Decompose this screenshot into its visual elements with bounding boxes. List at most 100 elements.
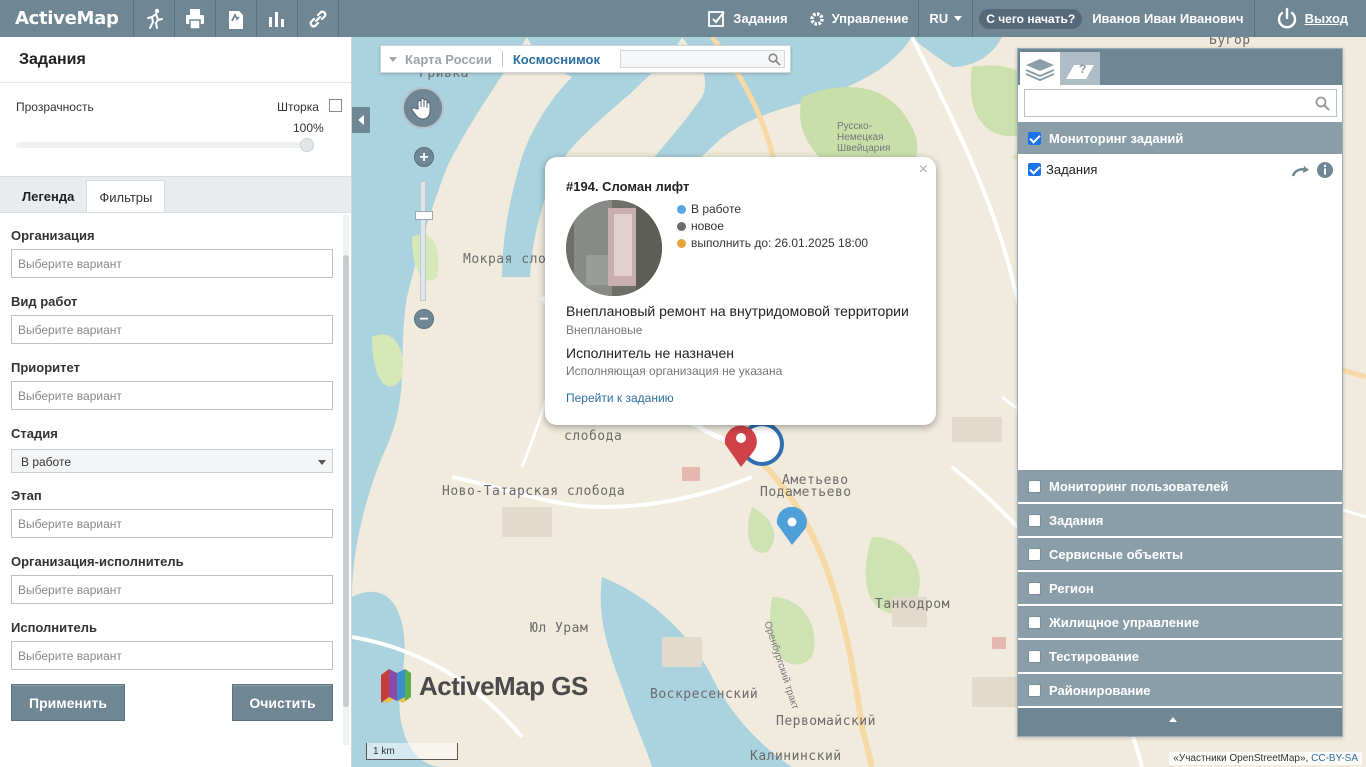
logout-button[interactable]: Выход <box>1253 0 1366 37</box>
layers-tab[interactable] <box>1020 52 1060 85</box>
info-icon[interactable] <box>1316 161 1334 179</box>
collapse-panel-button[interactable] <box>352 107 370 133</box>
organization-select[interactable]: Выберите вариант <box>11 249 333 278</box>
activemap-watermark: ActiveMap GS <box>379 667 588 705</box>
tasks-menu[interactable]: Задания <box>697 0 797 37</box>
chevron-down-icon[interactable] <box>389 56 397 62</box>
manage-menu[interactable]: Управление <box>798 0 919 37</box>
layer-label: Задания <box>1046 162 1098 177</box>
task-type: Внеплановые <box>566 323 643 337</box>
brand-logo[interactable]: ActiveMap <box>0 0 134 37</box>
transparency-slider-handle[interactable] <box>300 138 314 152</box>
panel-tabs: Легенда Фильтры <box>0 177 351 213</box>
help-tab[interactable]: ? <box>1060 52 1100 85</box>
link-icon[interactable] <box>298 0 339 37</box>
map-search-input[interactable] <box>620 50 785 68</box>
layer-checkbox[interactable] <box>1028 163 1041 176</box>
satellite-option[interactable]: Космоснимок <box>513 52 600 67</box>
layer-group-zoning[interactable]: Районирование <box>1018 674 1342 707</box>
map-label: Воскресенский <box>650 687 759 702</box>
checkbox-icon <box>708 10 726 27</box>
shtorka-checkbox[interactable] <box>329 99 342 112</box>
layer-group-testing[interactable]: Тестирование <box>1018 640 1342 673</box>
clear-button[interactable]: Очистить <box>232 684 333 721</box>
status-dot <box>677 204 686 214</box>
tab-filters[interactable]: Фильтры <box>86 180 166 212</box>
license-link[interactable]: CC-BY-SA <box>1311 753 1358 764</box>
layer-group-checkbox[interactable] <box>1028 649 1041 663</box>
executor-org-select[interactable]: Выберите вариант <box>11 575 333 604</box>
layer-group-user-monitoring[interactable]: Мониторинг пользователей <box>1018 470 1342 503</box>
layer-group-task-monitoring[interactable]: Мониторинг заданий <box>1018 122 1342 155</box>
zoom-out-button[interactable]: − <box>414 309 434 329</box>
priority-select[interactable]: Выберите вариант <box>11 381 333 410</box>
chevron-down-icon <box>954 16 963 21</box>
running-icon[interactable] <box>134 0 175 37</box>
layer-group-checkbox[interactable] <box>1028 615 1041 629</box>
layer-group-checkbox[interactable] <box>1028 513 1041 527</box>
tasks-label: Задания <box>733 11 788 26</box>
layer-group-label: Тестирование <box>1049 648 1139 664</box>
layer-group-tasks[interactable]: Задания <box>1018 504 1342 537</box>
map-label: Юл Урам <box>530 621 589 636</box>
layer-group-region[interactable]: Регион <box>1018 572 1342 605</box>
map-label: Ново-Татарская слобода <box>442 484 626 499</box>
task-photo[interactable] <box>566 200 662 296</box>
layer-group-checkbox[interactable] <box>1028 581 1041 595</box>
document-icon[interactable] <box>216 0 257 37</box>
zoom-slider-handle[interactable] <box>415 211 433 220</box>
layer-group-checkbox[interactable] <box>1028 479 1041 493</box>
apply-button[interactable]: Применить <box>11 684 125 721</box>
step-select[interactable]: Выберите вариант <box>11 509 333 538</box>
layer-group-label: Жилищное управление <box>1049 614 1200 630</box>
map-attribution: «Участники OpenStreetMap», CC-BY-SA <box>1169 752 1362 765</box>
status-text: новое <box>691 219 724 233</box>
top-bar: ActiveMap Задания Управление RU С чего н… <box>0 0 1366 37</box>
layer-group-service-objects[interactable]: Сервисные объекты <box>1018 538 1342 571</box>
executor-select[interactable]: Выберите вариант <box>11 641 333 670</box>
layer-group-checkbox[interactable] <box>1028 683 1041 697</box>
scrollbar-thumb[interactable] <box>343 255 349 707</box>
work-type-select[interactable]: Выберите вариант <box>11 315 333 344</box>
elevator-photo <box>566 200 662 296</box>
zoom-slider[interactable] <box>420 181 426 301</box>
close-icon[interactable]: × <box>919 161 928 179</box>
map-marker[interactable] <box>775 507 809 547</box>
hand-icon <box>411 98 431 120</box>
layer-search-input[interactable] <box>1024 89 1337 117</box>
layer-item-tasks[interactable]: Задания <box>1028 162 1097 177</box>
bar-chart-icon[interactable] <box>257 0 298 37</box>
layer-group-label: Мониторинг заданий <box>1049 130 1184 146</box>
status-deadline: выполнить до: 26.01.2025 18:00 <box>677 236 868 250</box>
language-select[interactable]: RU <box>918 0 972 37</box>
filter-label-work-type: Вид работ <box>11 294 78 309</box>
layer-group-checkbox[interactable] <box>1028 131 1041 145</box>
layer-group-checkbox[interactable] <box>1028 547 1041 561</box>
print-icon[interactable] <box>175 0 216 37</box>
help-button[interactable]: С чего начать? <box>979 8 1083 29</box>
transparency-slider[interactable] <box>16 142 312 148</box>
language-value: RU <box>929 11 949 26</box>
map-label: Танкодром <box>875 597 950 612</box>
manage-label: Управление <box>831 11 909 26</box>
task-executor-org: Исполняющая организация не указана <box>566 364 783 378</box>
activemap-logo-icon <box>381 669 411 703</box>
pan-control[interactable] <box>402 87 444 129</box>
attribution-text: «Участники OpenStreetMap», <box>1173 753 1309 764</box>
layer-group-housing[interactable]: Жилищное управление <box>1018 606 1342 639</box>
arrow-forward-icon[interactable] <box>1291 164 1311 178</box>
collapse-layers-button[interactable] <box>1018 708 1342 736</box>
map-type-switch: Карта России Космоснимок <box>380 45 791 73</box>
map-label: Русско-Немецкая Швейцария <box>837 121 891 154</box>
user-name[interactable]: Иванов Иван Иванович <box>1088 0 1253 37</box>
tab-legend[interactable]: Легенда <box>10 180 86 212</box>
go-to-task-link[interactable]: Перейти к заданию <box>566 391 674 405</box>
scrollbar[interactable] <box>343 215 349 745</box>
map-label: Бугор <box>1209 37 1251 48</box>
map-russia-option[interactable]: Карта России <box>405 52 492 67</box>
map-markers-cluster[interactable] <box>717 419 797 471</box>
zoom-in-button[interactable]: + <box>414 147 434 167</box>
stage-select[interactable]: В работе <box>11 449 333 473</box>
status-text: выполнить до: 26.01.2025 18:00 <box>691 236 869 250</box>
map-label: Калининский <box>750 749 842 764</box>
